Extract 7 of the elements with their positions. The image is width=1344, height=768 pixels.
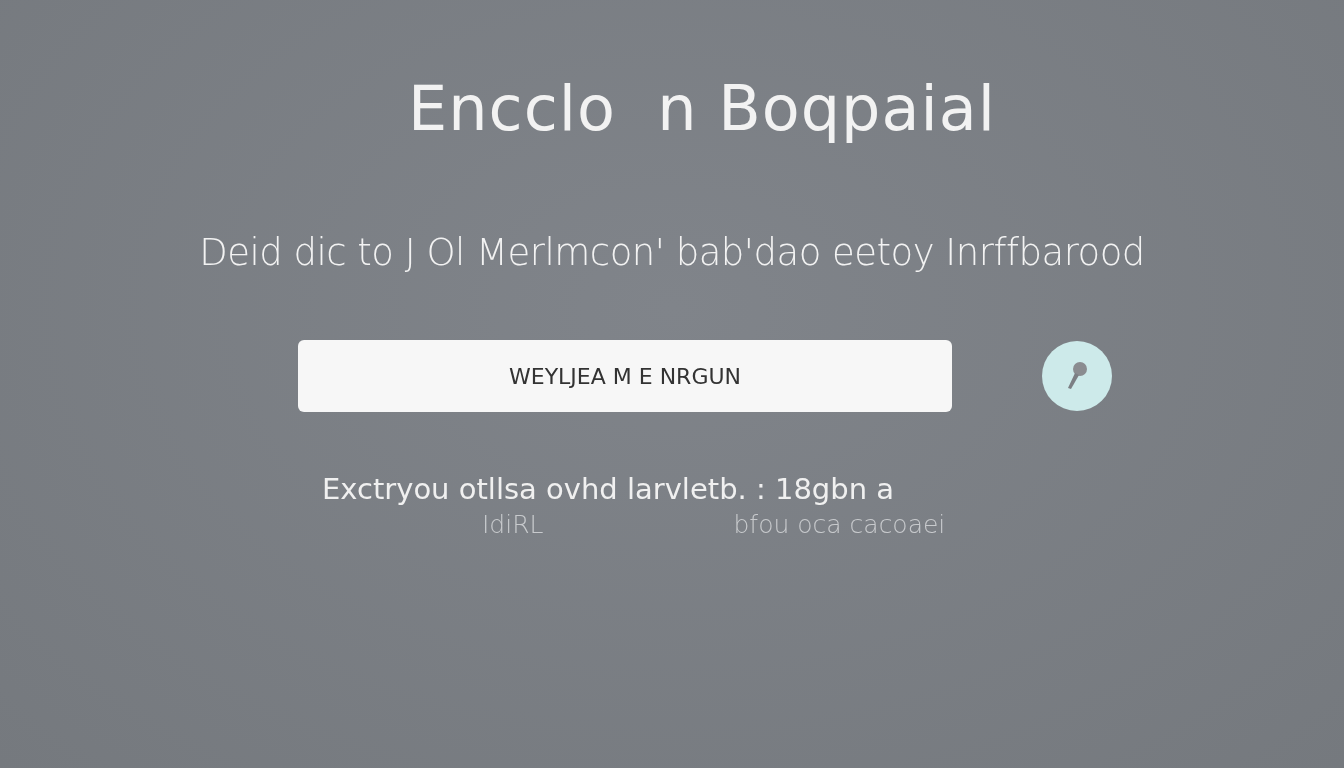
search-field[interactable]: WEYLJEA M E NRGUN [298,340,952,412]
caption-text: IdiRL [482,510,544,539]
page-title: Encclo n Boqpaial [408,72,996,145]
caption-text: bfou oca cacoaei [733,510,946,539]
subtitle: Deid dic to J Ol Merlmcon' bab'dao eetoy Inrffbarood [199,231,1145,274]
microphone-icon [1065,361,1089,391]
info-text: Exctryou otllsa ovhd larvletb. : 18gbn a [322,472,896,506]
